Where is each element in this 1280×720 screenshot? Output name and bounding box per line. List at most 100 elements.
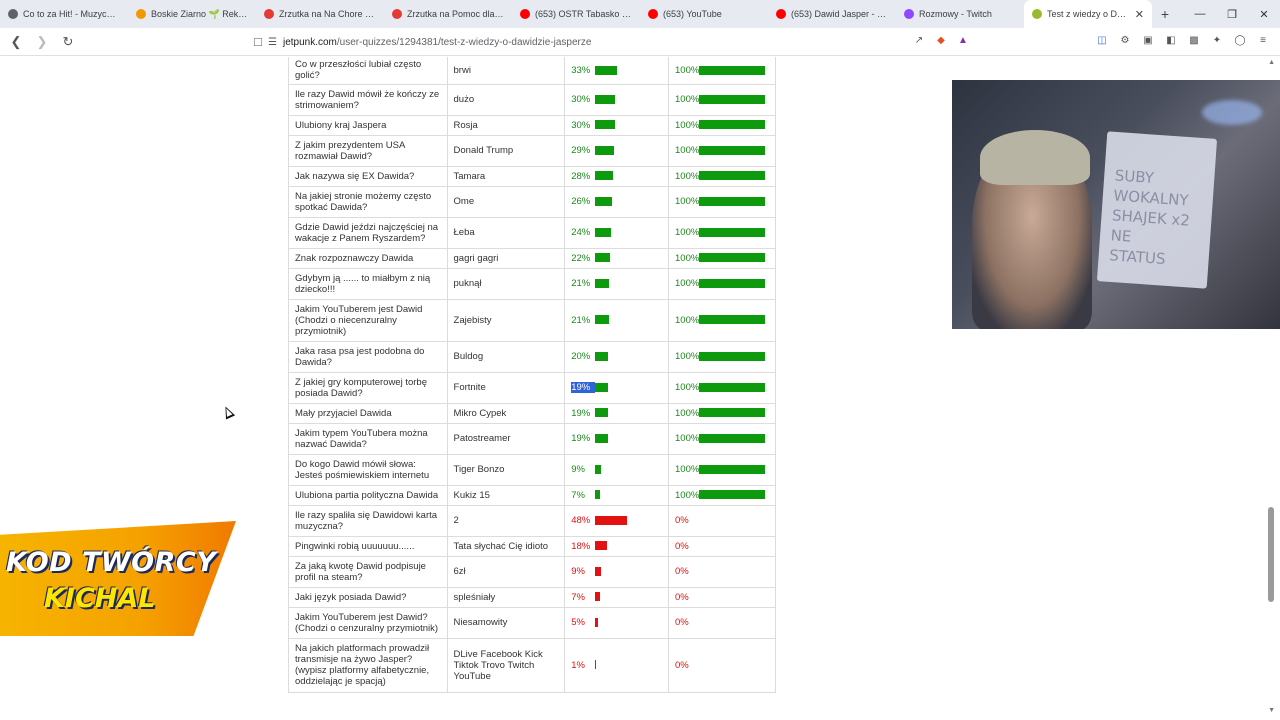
table-row: Ulubiona partia polityczna Dawida Kukiz 1…: [288, 485, 776, 506]
answer-cell: Patostreamer: [447, 423, 566, 455]
question-cell: Jakim YouTuberem jest Dawid? (Chodzi o c…: [288, 607, 448, 639]
percent-correct-value: 9%: [571, 566, 585, 577]
answer-cell: Tamara: [447, 166, 566, 187]
percent-correct-bar: [595, 592, 601, 602]
brave-rewards-icon[interactable]: ▲: [956, 33, 970, 47]
close-window-icon[interactable]: ✕: [1248, 0, 1280, 28]
percent-all-bar: [699, 227, 765, 237]
percent-all-cell: 100%: [668, 268, 776, 300]
percent-all-cell: 100%: [668, 186, 776, 218]
close-tab-icon[interactable]: ✕: [1135, 8, 1144, 21]
percent-all-value: 100%: [675, 278, 700, 289]
percent-all-cell: 100%: [668, 248, 776, 269]
back-icon[interactable]: ❮: [6, 32, 26, 52]
percent-all-bar: [699, 490, 765, 500]
tab-favicon-icon: [136, 9, 146, 19]
vpn-icon[interactable]: ◯: [1233, 33, 1247, 47]
table-row: Ulubiony kraj Jaspera Rosja 30% 100%: [288, 115, 776, 136]
browser-tab[interactable]: Zrzutka na Na Chore Osob: [256, 0, 384, 28]
percent-all-value: 100%: [675, 351, 700, 362]
browser-tab[interactable]: (653) OSTR Tabasko - You: [512, 0, 640, 28]
tab-favicon-icon: [648, 9, 658, 19]
answer-cell: Fortnite: [447, 372, 566, 404]
answer-cell: Donald Trump: [447, 135, 566, 167]
percent-correct-value: 26%: [571, 196, 591, 207]
scroll-down-icon[interactable]: ▼: [1268, 707, 1275, 714]
answer-cell: Tata słychać Cię idioto: [447, 536, 566, 557]
percent-all-cell: 100%: [668, 454, 776, 486]
answer-cell: Buldog: [447, 341, 566, 373]
share-icon[interactable]: ↗: [912, 33, 926, 47]
address-bar[interactable]: ☰ jetpunk.com/user-quizzes/1294381/test-…: [268, 31, 992, 53]
minimize-icon[interactable]: —: [1184, 0, 1216, 28]
percent-correct-cell: 28%: [564, 166, 669, 187]
percent-all-cell: 100%: [668, 341, 776, 373]
browser-tab[interactable]: (653) YouTube: [640, 0, 768, 28]
tab-title: Boskie Ziarno 🌱 Rekordy: [151, 8, 248, 19]
scroll-up-icon[interactable]: ▲: [1268, 59, 1275, 66]
page-scrollbar[interactable]: [1268, 507, 1274, 602]
url-path: /user-quizzes/1294381/test-z-wiedzy-o-da…: [336, 36, 592, 48]
percent-all-bar: [699, 171, 765, 181]
browser-tab[interactable]: Co to za Hit! - Muzyczny C: [0, 0, 128, 28]
table-row: Za jaką kwotę Dawid podpisuje profil na …: [288, 556, 776, 588]
table-row: Jakim YouTuberem jest Dawid? (Chodzi o c…: [288, 607, 776, 639]
percent-all-value: 100%: [675, 94, 700, 105]
forward-icon[interactable]: ❯: [32, 32, 52, 52]
answer-cell: DLive Facebook Kick Tiktok Trovo Twitch …: [447, 638, 566, 693]
percent-all-bar: [699, 315, 765, 325]
browser-tab[interactable]: Zrzutka na Pomoc dla Mal: [384, 0, 512, 28]
restore-icon[interactable]: ❐: [1216, 0, 1248, 28]
answer-cell: brwi: [447, 57, 566, 85]
extension-icons: ◫ ⚙ ▣ ◧ ▩ ✦ ◯ ≡: [1095, 33, 1270, 47]
percent-correct-value: 5%: [571, 617, 585, 628]
tab-strip: Co to za Hit! - Muzyczny C Boskie Ziarno …: [0, 0, 1280, 28]
question-cell: Jak nazywa się EX Dawida?: [288, 166, 448, 187]
brave-shield-icon[interactable]: ◆: [934, 33, 948, 47]
sidebar-icon[interactable]: ◧: [1164, 33, 1178, 47]
answer-cell: Tiger Bonzo: [447, 454, 566, 486]
answer-cell: dużo: [447, 84, 566, 116]
tab-title: Zrzutka na Pomoc dla Mal: [407, 9, 504, 19]
whiteboard-text: SUBY WOKALNY SHAJEK x2 NE STATUS: [1108, 166, 1191, 269]
percent-all-cell: 100%: [668, 84, 776, 116]
leo-icon[interactable]: ✦: [1210, 33, 1224, 47]
browser-tab[interactable]: Boskie Ziarno 🌱 Rekordy: [128, 0, 256, 28]
menu-icon[interactable]: ≡: [1256, 33, 1270, 47]
percent-all-cell: 100%: [668, 485, 776, 506]
site-info-icon[interactable]: ☰: [268, 37, 277, 48]
percent-all-cell: 100%: [668, 423, 776, 455]
lamp-light: [1202, 100, 1262, 125]
browser-tab[interactable]: Rozmowy - Twitch: [896, 0, 1024, 28]
percent-correct-cell: 21%: [564, 299, 669, 342]
question-cell: Co w przeszłości lubiał często golić?: [288, 57, 448, 85]
percent-all-value: 100%: [675, 145, 700, 156]
creator-code-banner: KOD TWÓRCY KICHAL: [0, 521, 236, 636]
percent-all-cell: 0%: [668, 505, 776, 537]
percent-all-cell: 0%: [668, 587, 776, 608]
mouse-cursor-icon: [220, 404, 236, 420]
new-tab-button[interactable]: +: [1152, 0, 1178, 28]
percent-all-cell: 100%: [668, 372, 776, 404]
percent-correct-cell: 7%: [564, 485, 669, 506]
bookmark-icon[interactable]: □: [248, 32, 268, 52]
answer-cell: 2: [447, 505, 566, 537]
percent-correct-bar: [595, 145, 615, 155]
browser-tab[interactable]: (653) Dawid Jasper - Bicie: [768, 0, 896, 28]
extensions-icon[interactable]: ⚙: [1118, 33, 1132, 47]
percent-correct-bar: [595, 65, 618, 75]
percent-correct-bar: [595, 433, 609, 443]
percent-all-value: 100%: [675, 407, 700, 419]
navigation-bar: ❮ ❯ ↻ □ ☰ jetpunk.com/user-quizzes/12943…: [0, 28, 1280, 56]
translate-icon[interactable]: ◫: [1095, 33, 1109, 47]
percent-correct-value: 29%: [571, 145, 591, 156]
tab-title: Zrzutka na Na Chore Osob: [279, 9, 376, 19]
browser-tab[interactable]: Test z wiedzy o Dawid ✕: [1024, 0, 1152, 28]
question-cell: Ile razy Dawid mówił że kończy ze strimo…: [288, 84, 448, 116]
wallet-icon[interactable]: ▩: [1187, 33, 1201, 47]
tab-title: Rozmowy - Twitch: [919, 9, 992, 19]
screenshot-icon[interactable]: ▣: [1141, 33, 1155, 47]
tab-title: (653) OSTR Tabasko - You: [535, 9, 632, 19]
reload-icon[interactable]: ↻: [58, 32, 78, 52]
percent-correct-value: 19%: [571, 433, 591, 444]
